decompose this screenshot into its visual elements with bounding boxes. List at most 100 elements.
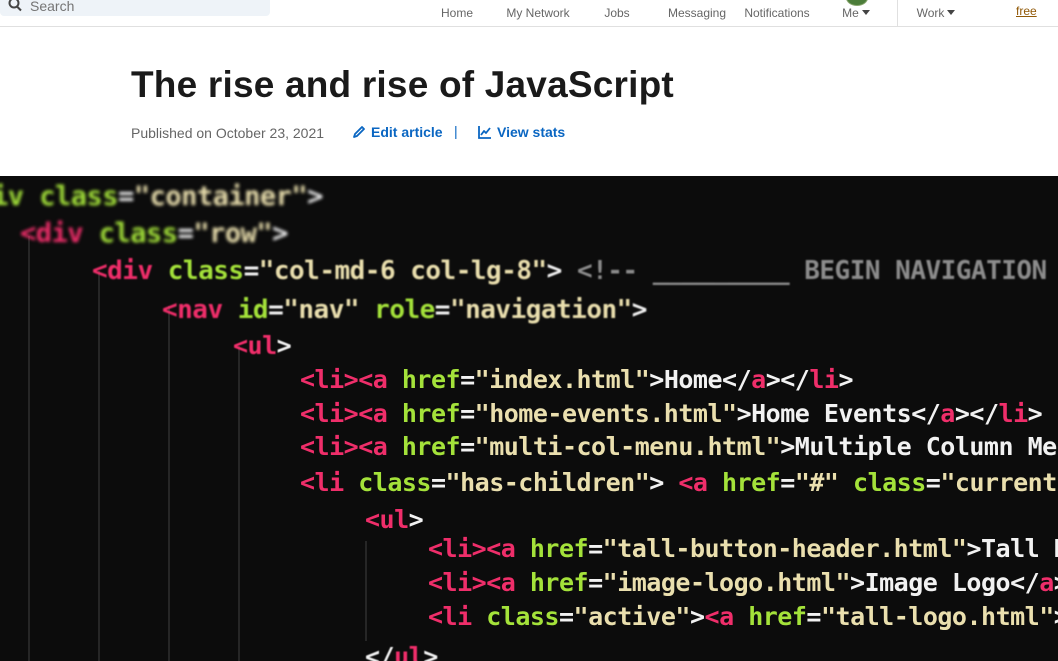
me-label: Me [842,6,859,20]
code-token: "current" [940,468,1058,497]
code-token: href [529,534,589,563]
work-label: Work [916,6,945,20]
code-line: <ul> [233,331,292,360]
nav-notifications[interactable]: Notifications [741,0,813,26]
code-token: "has-children" [445,468,650,497]
code-token: >Image Logo</ [850,568,1040,597]
code-token: <li [300,468,359,497]
code-token: = [268,295,284,325]
code-line: <li class="has-children"> <a href="#" cl… [300,468,1058,497]
code-token: > [423,642,438,661]
nav-jobs[interactable]: Jobs [598,0,636,26]
code-token: = [177,218,194,249]
code-line: <nav id="nav" role="navigation"> [162,295,647,325]
code-token: ></ [765,365,810,394]
code-token: = [806,602,821,631]
code-token: > [1027,399,1043,428]
code-token: a [940,399,955,428]
edit-article-link[interactable]: Edit article [352,124,443,140]
code-token: href [748,602,807,631]
code-token: class [358,468,431,497]
nav-my-network[interactable]: My Network [500,0,576,26]
code-token: "container" [133,181,308,212]
code-token: "nav" [283,295,375,325]
code-token: href [401,432,461,461]
code-token: <li [428,602,487,631]
code-token: <a [678,468,723,497]
indent-guide [168,306,170,661]
code-token: = [118,181,134,212]
code-token: = [430,468,446,497]
code-line: <li><a href="tall-button-header.html">Ta… [428,534,1058,563]
code-token: <a [704,602,749,631]
nav-work[interactable]: Work [910,0,962,26]
code-token: = [588,534,603,563]
article-cover-image: iv class="container"> <div class="row"> … [0,176,1058,661]
code-token: href [401,399,461,428]
meta-separator: | [454,123,458,139]
code-token: <nav [162,295,238,325]
code-token: <!-- _________ BEGIN NAVIGATION [576,256,1047,286]
code-token: class [98,218,178,249]
code-token: = [460,432,475,461]
code-token: li [998,399,1029,428]
edit-article-label: Edit article [371,124,443,140]
code-line: </ul> [365,642,438,661]
search-box[interactable] [0,0,270,16]
code-token: >Multiple Column Menu [780,432,1058,461]
indent-guide [28,236,30,661]
code-token: = [434,295,451,325]
code-token: >Home Events</ [736,399,941,428]
view-stats-label: View stats [497,124,566,140]
code-token: role [374,295,435,325]
code-token: > [649,468,679,497]
code-line: <div class="col-md-6 col-lg-8"> <!-- ___… [92,256,1047,286]
search-input[interactable] [30,0,250,14]
code-token: > [272,218,288,249]
code-token: href [722,468,781,497]
view-stats-link[interactable]: View stats [478,124,565,140]
code-token: ul [394,642,424,661]
code-token: "#" [794,468,854,497]
code-token: >Home</ [649,365,752,394]
article-title: The rise and rise of JavaScript [131,64,674,105]
pencil-icon [353,126,365,138]
code-token: li [809,365,839,394]
code-token: = [558,602,574,631]
code-token: "home-events.html" [474,399,737,428]
code-token: <div [20,218,99,249]
code-token: href [529,568,589,597]
code-token: </ [365,642,395,661]
code-token: iv class [0,181,119,212]
code-token: href [401,365,461,394]
code-token: <li><a [300,399,402,428]
code-token: "image-logo.html" [602,568,851,597]
nav-divider [897,0,898,26]
code-token: > [689,602,705,631]
nav-messaging[interactable]: Messaging [665,0,729,26]
code-token: ></ [954,399,999,428]
code-token: class [167,256,244,286]
chevron-down-icon [861,10,870,15]
code-token: ></ [1054,568,1058,597]
code-token: "tall-button-header.html" [602,534,967,563]
indent-guide [365,541,367,641]
code-token: <li><a [428,568,530,597]
code-token: = [780,468,795,497]
code-token: <li><a [428,534,530,563]
code-line: <div class="row"> [20,218,288,249]
code-line: <li><a href="image-logo.html">Image Logo… [428,568,1058,597]
indent-guide [238,346,240,661]
code-token: >Tall [1054,602,1058,631]
code-token: "multi-col-menu.html" [474,432,781,461]
code-token: > [838,365,854,394]
code-token: "index.html" [474,365,650,394]
nav-home[interactable]: Home [436,0,478,26]
code-line: <li><a href="home-events.html">Home Even… [300,399,1043,428]
code-line: <li class="active"><a href="tall-logo.ht… [428,602,1058,631]
code-token: a [1039,568,1054,597]
try-premium-link[interactable]: free [1016,4,1037,18]
indent-guide [98,271,100,661]
code-line: iv class="container"> [0,181,323,212]
nav-me[interactable]: Me [836,0,876,26]
